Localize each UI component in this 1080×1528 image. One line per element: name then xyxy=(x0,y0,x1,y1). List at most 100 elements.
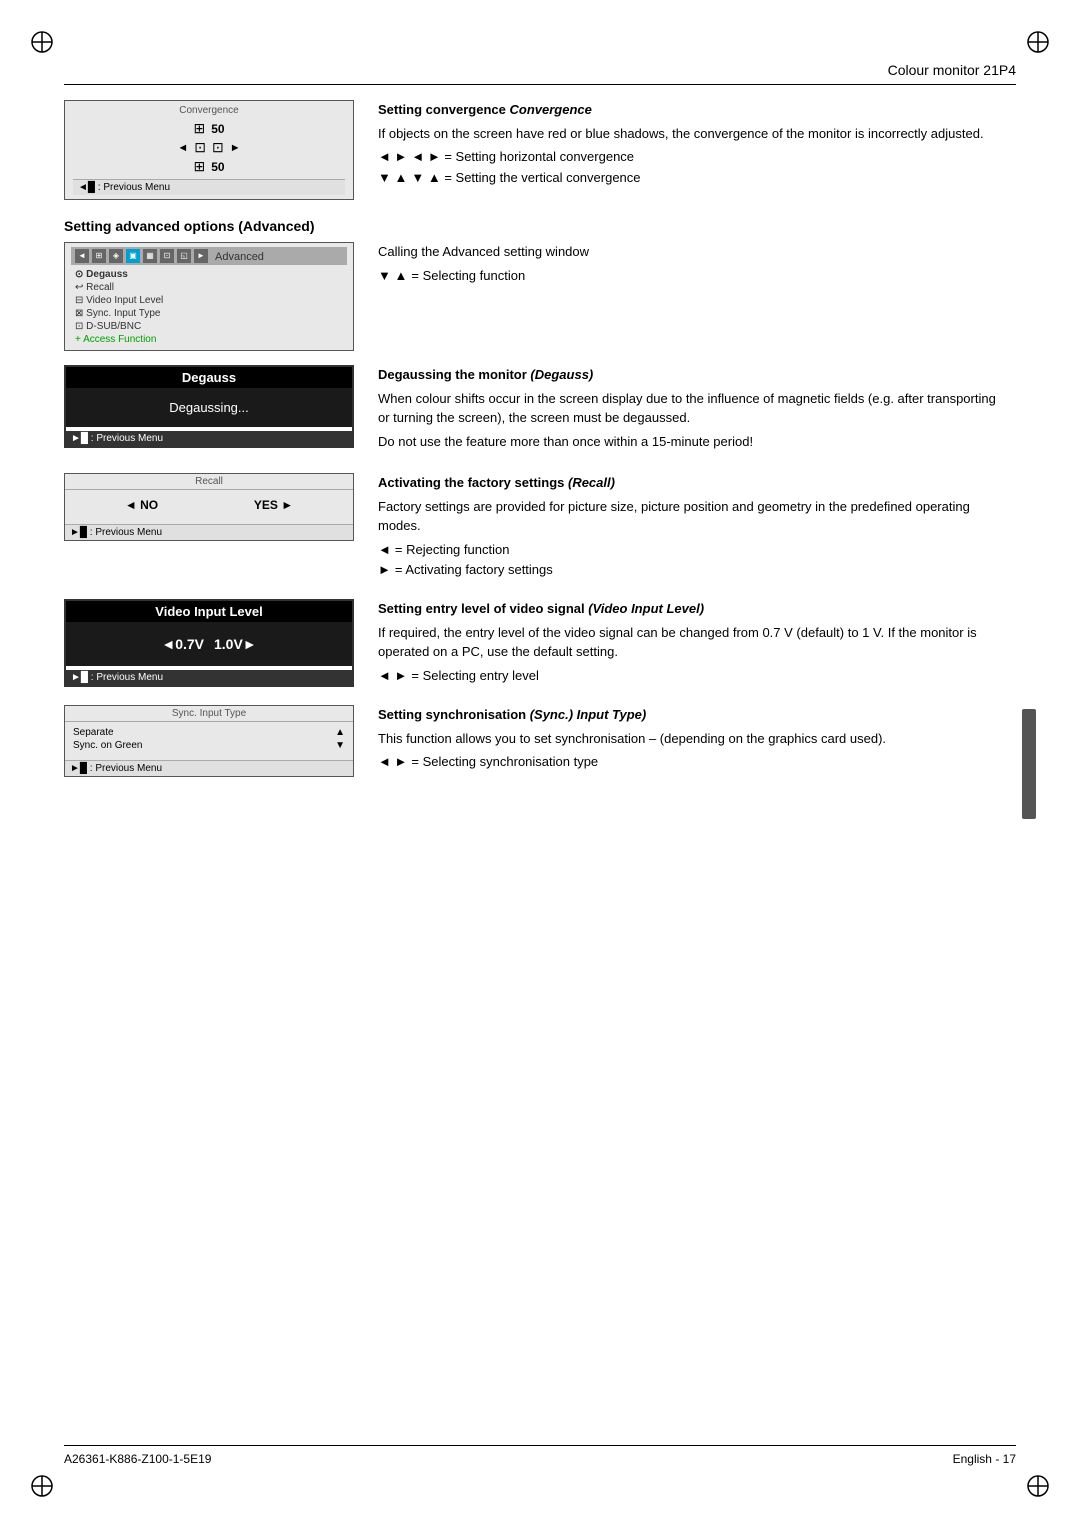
degauss-header: Degauss xyxy=(66,367,352,388)
recall-prev-text: ►█ : Previous Menu xyxy=(70,527,162,538)
adv-icon-6: ⊡ xyxy=(160,249,174,263)
sync-desc: This function allows you to set synchron… xyxy=(378,729,1000,749)
reg-mark-tr xyxy=(1026,30,1050,54)
vil-desc: If required, the entry level of the vide… xyxy=(378,623,1000,662)
convergence-bullet1: ◄ ► ◄ ► = Setting horizontal convergence xyxy=(378,147,1000,168)
convergence-row3: ⊞ 50 xyxy=(73,158,345,175)
convergence-box-title: Convergence xyxy=(73,105,345,116)
conv-icon-mid2: ⊡ xyxy=(212,139,224,156)
convergence-left: Convergence ⊞ 50 ◄ ⊡ ⊡ ► ⊞ 50 ◄█ : Previ… xyxy=(64,100,354,200)
arrow-icon-v: ▼ ▲ xyxy=(378,168,407,189)
vil-val1: ◄0.7V xyxy=(161,636,204,652)
convergence-box: Convergence ⊞ 50 ◄ ⊡ ⊡ ► ⊞ 50 ◄█ : Previ… xyxy=(64,100,354,200)
degauss-heading: Degaussing the monitor (Degauss) xyxy=(378,365,1000,385)
vil-box: Video Input Level ◄0.7V 1.0V► ►█ : Previ… xyxy=(64,599,354,687)
conv-icon-h: ⊞ xyxy=(193,120,205,137)
convergence-prev-menu: ◄█ : Previous Menu xyxy=(73,179,345,195)
adv-menu-dsub: ⊡ D-SUB/BNC xyxy=(71,320,347,333)
adv-icon-3: ◈ xyxy=(109,249,123,263)
sync-item2: Sync. on Green ▼ xyxy=(73,739,345,752)
adv-menu-sync: ⊠ Sync. Input Type xyxy=(71,307,347,320)
recall-prev-menu: ►█ : Previous Menu xyxy=(65,524,353,540)
vil-prev-text: ►█ : Previous Menu xyxy=(71,672,163,683)
convergence-right: Setting convergence Convergence If objec… xyxy=(378,100,1000,189)
reg-mark-br xyxy=(1026,1474,1050,1498)
adv-icon-7: ◱ xyxy=(177,249,191,263)
sync-box: Sync. Input Type Separate ▲ Sync. on Gre… xyxy=(64,705,354,777)
conv-val2: 50 xyxy=(211,160,224,174)
convergence-row2: ◄ ⊡ ⊡ ► xyxy=(73,139,345,156)
advanced-bullet: ▼ ▲ = Selecting function xyxy=(378,266,1000,287)
arrow-icon-h: ◄ ► xyxy=(378,147,407,168)
degauss-left: Degauss Degaussing... ►█ : Previous Menu xyxy=(64,365,354,448)
conv-icon-mid: ⊡ xyxy=(194,139,206,156)
recall-right: Activating the factory settings (Recall)… xyxy=(378,473,1000,581)
adv-menu-degauss: ⊙ Degauss xyxy=(71,268,347,281)
arrow-icon-recall2: ► xyxy=(378,560,391,581)
adv-access-func: + Access Function xyxy=(71,333,347,346)
adv-icon-8: ► xyxy=(194,249,208,263)
arrow-right2: ► xyxy=(230,142,241,154)
arrow-icon-sync: ◄ ► xyxy=(378,752,407,773)
recall-yes: YES ► xyxy=(254,498,293,512)
vil-bullet: ◄ ► = Selecting entry level xyxy=(378,666,1000,687)
recall-body: ◄ NO YES ► xyxy=(65,490,353,520)
vil-section: Video Input Level ◄0.7V 1.0V► ►█ : Previ… xyxy=(64,599,1000,687)
degauss-body: Degaussing... xyxy=(66,388,352,427)
vil-prev-menu: ►█ : Previous Menu xyxy=(66,670,352,685)
arrow-icon-adv: ▼ ▲ xyxy=(378,266,407,287)
recall-bullet1: ◄ = Rejecting function xyxy=(378,540,1000,561)
conv-icon-v: ⊞ xyxy=(193,158,205,175)
adv-menu-vil: ⊟ Video Input Level xyxy=(71,294,347,307)
recall-section: Recall ◄ NO YES ► ►█ : Previous Menu Act… xyxy=(64,473,1000,581)
vil-left: Video Input Level ◄0.7V 1.0V► ►█ : Previ… xyxy=(64,599,354,687)
sync-item1-label: Separate xyxy=(73,727,114,738)
advanced-menu-box: ◄ ⊞ ◈ ▣ ▦ ⊡ ◱ ► Advanced ⊙ Degauss ↩ Rec… xyxy=(64,242,354,351)
convergence-row1: ⊞ 50 xyxy=(73,120,345,137)
degauss-prev-text: ►█ : Previous Menu xyxy=(71,433,163,444)
advanced-right: Calling the Advanced setting window ▼ ▲ … xyxy=(378,242,1000,286)
advanced-section: ◄ ⊞ ◈ ▣ ▦ ⊡ ◱ ► Advanced ⊙ Degauss ↩ Rec… xyxy=(64,242,1000,351)
reg-mark-bl xyxy=(30,1474,54,1498)
arrow-icon-vil: ◄ ► xyxy=(378,666,407,687)
sidebar-bar xyxy=(1022,709,1036,819)
sync-bullet: ◄ ► = Selecting synchronisation type xyxy=(378,752,1000,773)
sync-header: Sync. Input Type xyxy=(65,706,353,722)
vil-val2: 1.0V► xyxy=(214,636,257,652)
recall-box: Recall ◄ NO YES ► ►█ : Previous Menu xyxy=(64,473,354,541)
sync-section: Sync. Input Type Separate ▲ Sync. on Gre… xyxy=(64,705,1000,777)
advanced-calling-text: Calling the Advanced setting window xyxy=(378,242,1000,262)
degauss-right: Degaussing the monitor (Degauss) When co… xyxy=(378,365,1000,455)
sync-item1-arrow: ▲ xyxy=(335,727,345,738)
degauss-desc1: When colour shifts occur in the screen d… xyxy=(378,389,1000,428)
adv-icon-1: ◄ xyxy=(75,249,89,263)
sync-item2-label: Sync. on Green xyxy=(73,740,142,751)
page-header: Colour monitor 21P4 xyxy=(64,62,1016,85)
page-title: Colour monitor 21P4 xyxy=(888,62,1016,78)
page-footer: A26361-K886-Z100-1-5E19 English - 17 xyxy=(64,1445,1016,1466)
convergence-desc: If objects on the screen have red or blu… xyxy=(378,124,1000,144)
recall-bullet2: ► = Activating factory settings xyxy=(378,560,1000,581)
convergence-bullet2: ▼ ▲ ▼ ▲ = Setting the vertical convergen… xyxy=(378,168,1000,189)
recall-desc: Factory settings are provided for pictur… xyxy=(378,497,1000,536)
sync-prev-text: ►█ : Previous Menu xyxy=(70,763,162,774)
sync-prev-menu: ►█ : Previous Menu xyxy=(65,760,353,776)
sync-body: Separate ▲ Sync. on Green ▼ xyxy=(65,722,353,756)
reg-mark-tl xyxy=(30,30,54,54)
degauss-text: Degaussing... xyxy=(169,400,249,415)
vil-header: Video Input Level xyxy=(66,601,352,622)
advanced-heading: Setting advanced options (Advanced) xyxy=(64,218,314,234)
recall-heading: Activating the factory settings (Recall) xyxy=(378,473,1000,493)
adv-icon-4-selected: ▣ xyxy=(126,249,140,263)
recall-header: Recall xyxy=(65,474,353,490)
degauss-prev-menu: ►█ : Previous Menu xyxy=(66,431,352,446)
adv-menu-recall: ↩ Recall xyxy=(71,281,347,294)
degauss-box: Degauss Degaussing... ►█ : Previous Menu xyxy=(64,365,354,448)
sync-heading: Setting synchronisation (Sync.) Input Ty… xyxy=(378,705,1000,725)
footer-left: A26361-K886-Z100-1-5E19 xyxy=(64,1452,211,1466)
arrow-left2: ◄ xyxy=(177,142,188,154)
arrow-icon-recall1: ◄ xyxy=(378,540,391,561)
adv-label: Advanced xyxy=(215,251,264,263)
degauss-section: Degauss Degaussing... ►█ : Previous Menu… xyxy=(64,365,1000,455)
recall-no: ◄ NO xyxy=(125,498,158,512)
